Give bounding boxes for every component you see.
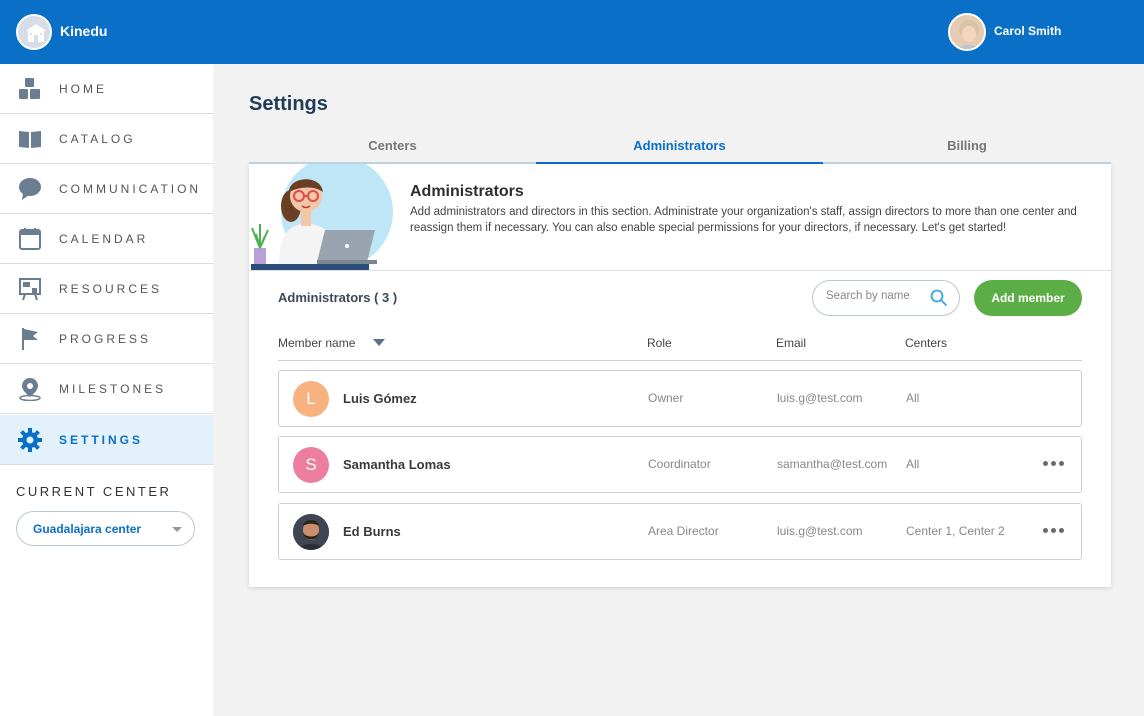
sidebar-item-label: CALENDAR bbox=[59, 232, 149, 246]
member-email: samantha@test.com bbox=[777, 457, 888, 471]
sidebar-item-settings[interactable]: SETTINGS bbox=[0, 415, 213, 465]
banner-description: Add administrators and directors in this… bbox=[410, 206, 1077, 234]
banner-title: Administrators bbox=[410, 183, 524, 200]
member-email: luis.g@test.com bbox=[777, 524, 863, 538]
gear-icon bbox=[18, 428, 42, 452]
sidebar-item-milestones[interactable]: MILESTONES bbox=[0, 364, 213, 414]
sidebar-item-label: SETTINGS bbox=[59, 433, 144, 447]
administrators-count: Administrators ( 3 ) bbox=[278, 290, 398, 305]
tab-centers[interactable]: Centers bbox=[249, 129, 536, 164]
user-avatar[interactable] bbox=[948, 13, 986, 51]
member-centers: All bbox=[906, 391, 920, 405]
sidebar-item-calendar[interactable]: CALENDAR bbox=[0, 214, 213, 264]
member-role: Coordinator bbox=[648, 457, 711, 471]
sidebar-item-label: RESOURCES bbox=[59, 282, 163, 296]
calendar-icon bbox=[18, 227, 42, 251]
divider bbox=[278, 360, 1082, 361]
sidebar-item-resources[interactable]: RESOURCES bbox=[0, 264, 213, 314]
column-header-centers: Centers bbox=[905, 336, 948, 350]
member-centers: All bbox=[906, 457, 920, 471]
sidebar-item-label: HOME bbox=[59, 82, 107, 96]
member-name: Ed Burns bbox=[343, 524, 401, 539]
sidebar-item-progress[interactable]: PROGRESS bbox=[0, 314, 213, 364]
current-center-value: Guadalajara center bbox=[33, 522, 142, 536]
more-options-icon[interactable] bbox=[1043, 528, 1065, 534]
current-center-select[interactable]: Guadalajara center bbox=[16, 511, 195, 546]
avatar: L bbox=[293, 381, 329, 417]
chevron-down-icon bbox=[172, 527, 182, 532]
sidebar-item-home[interactable]: HOME bbox=[0, 64, 213, 114]
avatar bbox=[293, 514, 329, 550]
flag-icon bbox=[18, 327, 42, 351]
tab-billing[interactable]: Billing bbox=[823, 129, 1111, 164]
search-icon[interactable] bbox=[930, 289, 948, 307]
whiteboard-icon bbox=[18, 277, 42, 301]
sidebar-item-catalog[interactable]: CATALOG bbox=[0, 114, 213, 164]
sort-down-icon[interactable] bbox=[373, 339, 385, 346]
chat-bubble-icon bbox=[18, 177, 42, 201]
member-name: Samantha Lomas bbox=[343, 457, 451, 472]
map-pin-icon bbox=[18, 377, 42, 402]
avatar: S bbox=[293, 447, 329, 483]
current-center-label: CURRENT CENTER bbox=[16, 484, 172, 499]
search-box[interactable] bbox=[812, 280, 960, 316]
top-bar: Kinedu Carol Smith bbox=[0, 0, 1144, 64]
add-member-button[interactable]: Add member bbox=[974, 280, 1082, 316]
member-role: Owner bbox=[648, 391, 684, 405]
app-name: Kinedu bbox=[60, 23, 108, 39]
tab-administrators[interactable]: Administrators bbox=[536, 129, 823, 164]
book-icon bbox=[18, 127, 42, 151]
column-header-role: Role bbox=[647, 336, 672, 350]
table-row[interactable]: Ed Burns Area Director luis.g@test.com C… bbox=[278, 503, 1082, 560]
member-role: Area Director bbox=[648, 524, 719, 538]
column-header-member-name[interactable]: Member name bbox=[278, 336, 355, 350]
sidebar-item-label: COMMUNICATION bbox=[59, 182, 202, 196]
divider bbox=[249, 270, 1111, 271]
administrators-panel: Administrators Add administrators and di… bbox=[249, 164, 1111, 587]
sidebar-item-label: CATALOG bbox=[59, 132, 136, 146]
sidebar-item-communication[interactable]: COMMUNICATION bbox=[0, 164, 213, 214]
more-options-icon[interactable] bbox=[1043, 461, 1065, 467]
table-row[interactable]: S Samantha Lomas Coordinator samantha@te… bbox=[278, 436, 1082, 493]
column-header-email: Email bbox=[776, 336, 807, 350]
member-email: luis.g@test.com bbox=[777, 391, 863, 405]
blocks-icon bbox=[18, 77, 42, 101]
member-centers: Center 1, Center 2 bbox=[906, 524, 1005, 538]
sidebar-item-label: PROGRESS bbox=[59, 332, 152, 346]
page-title: Settings bbox=[249, 93, 328, 115]
search-input[interactable] bbox=[826, 290, 926, 302]
member-name: Luis Gómez bbox=[343, 391, 417, 406]
table-row[interactable]: L Luis Gómez Owner luis.g@test.com All bbox=[278, 370, 1082, 427]
teacher-illustration bbox=[249, 164, 399, 270]
sidebar-item-label: MILESTONES bbox=[59, 382, 167, 396]
user-name[interactable]: Carol Smith bbox=[994, 24, 1061, 38]
sidebar: HOME CATALOG COMMUNICATION CALENDAR RESO… bbox=[0, 64, 213, 716]
school-building-icon[interactable] bbox=[16, 14, 52, 50]
